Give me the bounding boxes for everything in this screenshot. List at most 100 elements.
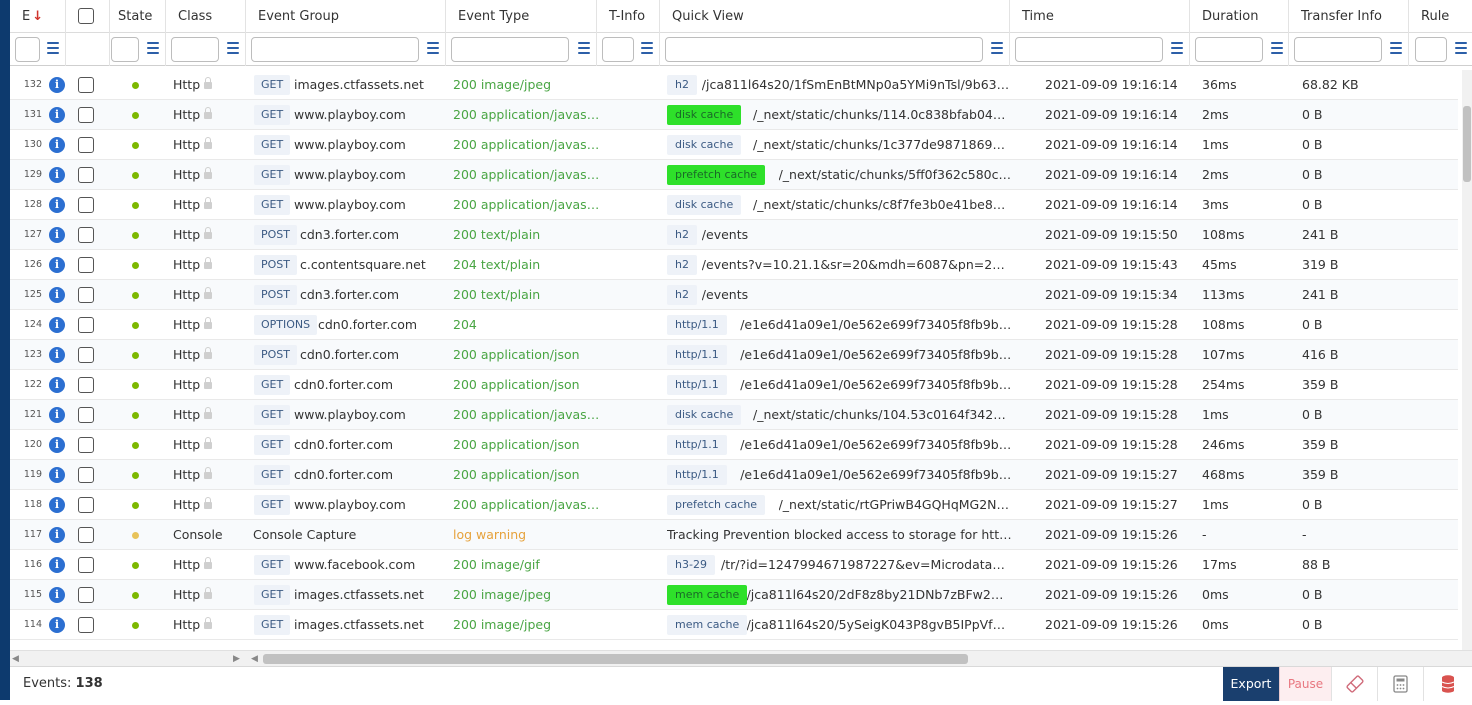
filter-menu-icon[interactable]	[578, 42, 590, 56]
row-checkbox[interactable]	[78, 317, 94, 333]
info-icon[interactable]: i	[49, 287, 65, 303]
row-checkbox[interactable]	[78, 437, 94, 453]
calculator-icon[interactable]	[1377, 667, 1423, 701]
col-event-group[interactable]: Event Group	[246, 0, 446, 33]
filter-input-duration[interactable]	[1195, 37, 1263, 62]
col-transfer-info[interactable]: Transfer Info	[1289, 0, 1409, 33]
row-checkbox[interactable]	[78, 527, 94, 543]
table-row[interactable]: 114 i Http GET images.ctfassets.net 200 image…	[10, 610, 1458, 640]
col-class[interactable]: Class	[166, 0, 246, 33]
table-row[interactable]: 127 i Http POST cdn3.forter.com 200 text/plai…	[10, 220, 1458, 250]
scroll-right-icon[interactable]: ▶	[233, 651, 240, 667]
filter-input-event-number[interactable]	[15, 37, 40, 62]
filter-input-time[interactable]	[1015, 37, 1163, 62]
info-icon[interactable]: i	[49, 167, 65, 183]
filter-menu-icon[interactable]	[227, 42, 239, 56]
info-icon[interactable]: i	[49, 617, 65, 633]
table-row[interactable]: 130 i Http GET www.playboy.com 200 applicatio…	[10, 130, 1458, 160]
info-icon[interactable]: i	[49, 317, 65, 333]
table-row[interactable]: 124 i Http OPTIONS cdn0.forter.com 204 http/1.…	[10, 310, 1458, 340]
row-checkbox[interactable]	[78, 497, 94, 513]
col-t-info[interactable]: T-Info	[597, 0, 660, 33]
col-rule[interactable]: Rule	[1409, 0, 1472, 33]
info-icon[interactable]: i	[49, 257, 65, 273]
vertical-scrollbar[interactable]	[1462, 70, 1472, 650]
filter-input-rule[interactable]	[1415, 37, 1447, 62]
info-icon[interactable]: i	[49, 107, 65, 123]
filter-input-state[interactable]	[111, 37, 139, 62]
export-button[interactable]: Export	[1223, 667, 1279, 701]
row-checkbox[interactable]	[78, 407, 94, 423]
row-checkbox[interactable]	[78, 77, 94, 93]
row-checkbox[interactable]	[78, 467, 94, 483]
info-icon[interactable]: i	[49, 377, 65, 393]
row-checkbox[interactable]	[78, 287, 94, 303]
row-checkbox[interactable]	[78, 167, 94, 183]
row-checkbox[interactable]	[78, 257, 94, 273]
info-icon[interactable]: i	[49, 407, 65, 423]
filter-menu-icon[interactable]	[1455, 42, 1467, 56]
select-all-checkbox[interactable]	[78, 8, 94, 24]
scroll-left-icon[interactable]: ◀	[251, 651, 258, 667]
row-checkbox[interactable]	[78, 107, 94, 123]
info-icon[interactable]: i	[49, 557, 65, 573]
filter-menu-icon[interactable]	[1271, 42, 1283, 56]
table-row[interactable]: 115 i Http GET images.ctfassets.net 200 image…	[10, 580, 1458, 610]
row-checkbox[interactable]	[78, 347, 94, 363]
col-state[interactable]: State	[110, 0, 166, 33]
col-event-number[interactable]: E ↓	[10, 0, 66, 33]
database-icon[interactable]	[1423, 667, 1472, 701]
table-row[interactable]: 118 i Http GET www.playboy.com 200 applicatio…	[10, 490, 1458, 520]
scroll-left-icon[interactable]: ◀	[12, 651, 19, 667]
filter-input-transfer-info[interactable]	[1294, 37, 1382, 62]
filter-menu-icon[interactable]	[991, 42, 1003, 56]
col-quick-view[interactable]: Quick View	[660, 0, 1010, 33]
col-event-type[interactable]: Event Type	[446, 0, 597, 33]
table-row[interactable]: 121 i Http GET www.playboy.com 200 applicatio…	[10, 400, 1458, 430]
table-row[interactable]: 123 i Http POST cdn0.forter.com 200 applicati…	[10, 340, 1458, 370]
table-row[interactable]: 120 i Http GET cdn0.forter.com 200 applicatio…	[10, 430, 1458, 460]
table-row[interactable]: 131 i Http GET www.playboy.com 200 applicatio…	[10, 100, 1458, 130]
col-duration[interactable]: Duration	[1190, 0, 1289, 33]
filter-menu-icon[interactable]	[1171, 42, 1183, 56]
row-checkbox[interactable]	[78, 227, 94, 243]
row-checkbox[interactable]	[78, 557, 94, 573]
row-checkbox[interactable]	[78, 617, 94, 633]
eraser-icon[interactable]	[1331, 667, 1377, 701]
filter-input-event-type[interactable]	[451, 37, 569, 62]
table-row[interactable]: 122 i Http GET cdn0.forter.com 200 applicatio…	[10, 370, 1458, 400]
horizontal-scrollbar[interactable]: ◀ ▶ ◀	[10, 650, 1472, 666]
filter-menu-icon[interactable]	[641, 42, 653, 56]
info-icon[interactable]: i	[49, 227, 65, 243]
info-icon[interactable]: i	[49, 497, 65, 513]
filter-menu-icon[interactable]	[1390, 42, 1402, 56]
info-icon[interactable]: i	[49, 77, 65, 93]
info-icon[interactable]: i	[49, 437, 65, 453]
row-checkbox[interactable]	[78, 587, 94, 603]
table-row[interactable]: 119 i Http GET cdn0.forter.com 200 applicatio…	[10, 460, 1458, 490]
vertical-scroll-thumb[interactable]	[1463, 106, 1471, 182]
filter-menu-icon[interactable]	[47, 42, 59, 56]
info-icon[interactable]: i	[49, 467, 65, 483]
info-icon[interactable]: i	[49, 197, 65, 213]
info-icon[interactable]: i	[49, 137, 65, 153]
horizontal-scroll-thumb[interactable]	[263, 654, 968, 664]
table-row[interactable]: 116 i Http GET www.facebook.com 200 image/gif…	[10, 550, 1458, 580]
pause-button[interactable]: Pause	[1279, 667, 1331, 701]
filter-input-event-group[interactable]	[251, 37, 419, 62]
col-time[interactable]: Time	[1010, 0, 1190, 33]
filter-menu-icon[interactable]	[147, 42, 159, 56]
row-checkbox[interactable]	[78, 197, 94, 213]
filter-menu-icon[interactable]	[427, 42, 439, 56]
row-checkbox[interactable]	[78, 137, 94, 153]
filter-input-class[interactable]	[171, 37, 219, 62]
table-row[interactable]: 126 i Http POST c.contentsquare.net 204 text/…	[10, 250, 1458, 280]
table-row[interactable]: 132 i Http GET images.ctfassets.net 200 image…	[10, 70, 1458, 100]
table-row[interactable]: 128 i Http GET www.playboy.com 200 applicatio…	[10, 190, 1458, 220]
info-icon[interactable]: i	[49, 347, 65, 363]
table-row[interactable]: 129 i Http GET www.playboy.com 200 applicatio…	[10, 160, 1458, 190]
row-checkbox[interactable]	[78, 377, 94, 393]
info-icon[interactable]: i	[49, 527, 65, 543]
table-row[interactable]: 117 i Console Console Capture log warning Tra…	[10, 520, 1458, 550]
filter-input-quick-view[interactable]	[665, 37, 983, 62]
